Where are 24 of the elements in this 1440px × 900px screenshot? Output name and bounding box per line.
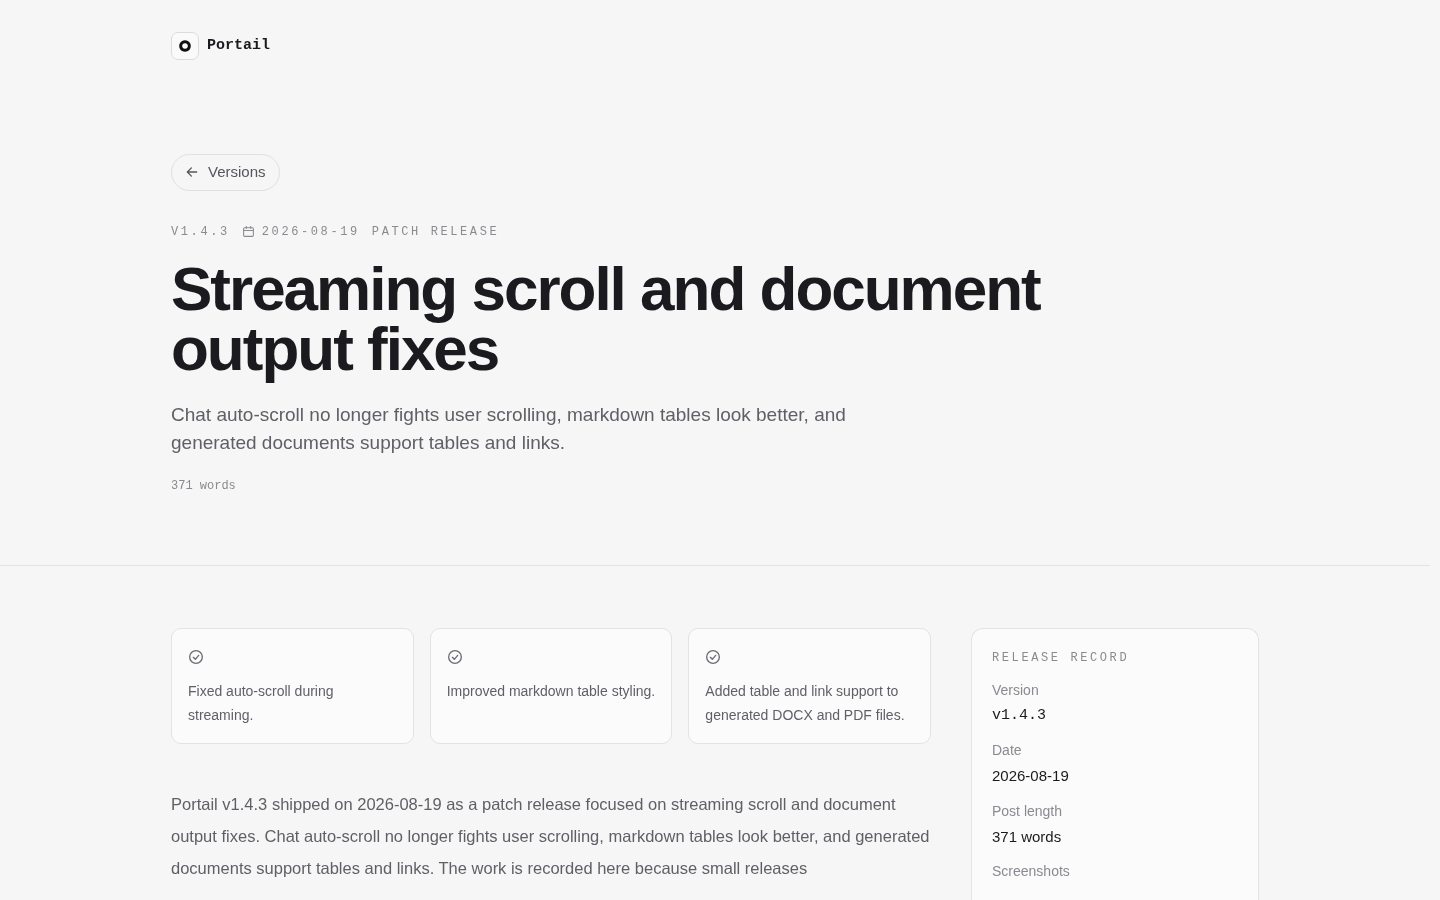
- word-count: 371 words: [171, 477, 237, 495]
- brand-name[interactable]: Portail: [207, 34, 270, 58]
- record-value: v1.4.3: [992, 705, 1047, 726]
- check-circle-icon: [188, 649, 204, 666]
- record-label: Date: [992, 741, 1023, 760]
- arrow-left-icon: [185, 165, 199, 180]
- check-circle-icon: [446, 649, 463, 666]
- highlight-text: Added table and link support to generated DOCX and PDF files.: [705, 681, 906, 725]
- record-label: Version: [992, 680, 1040, 700]
- version-label: V1.4.3: [171, 223, 230, 241]
- summary-text: Chat auto-scroll no longer fights user scrolling, markdown tables look better, and generated documents support tables and links.: [171, 402, 847, 455]
- highlight-text: Improved markdown table styling.: [446, 681, 657, 701]
- record-label: Post length: [992, 801, 1064, 821]
- record-title: RELEASE RECORD: [992, 649, 1131, 667]
- release-date: 2026-08-19: [261, 223, 360, 241]
- record-value: 371 words: [992, 826, 1063, 847]
- logo-icon[interactable]: [171, 32, 199, 60]
- calendar-icon: [241, 225, 255, 238]
- check-circle-icon: [705, 649, 722, 666]
- highlight-text: Fixed auto-scroll during streaming.: [188, 681, 335, 725]
- release-type: PATCH RELEASE: [371, 223, 500, 241]
- record-value: 2026-08-19: [992, 766, 1070, 786]
- body-paragraph: Portail v1.4.3 shipped on 2026-08-19 as a patch release focused on streaming scroll and document output fixes. Chat auto-scroll no longer fights user scrolling, markdown tables look better, and generated documents support tables and links. The work is recorded here because small releases: [171, 793, 931, 879]
- record-label: Screenshots: [992, 862, 1071, 881]
